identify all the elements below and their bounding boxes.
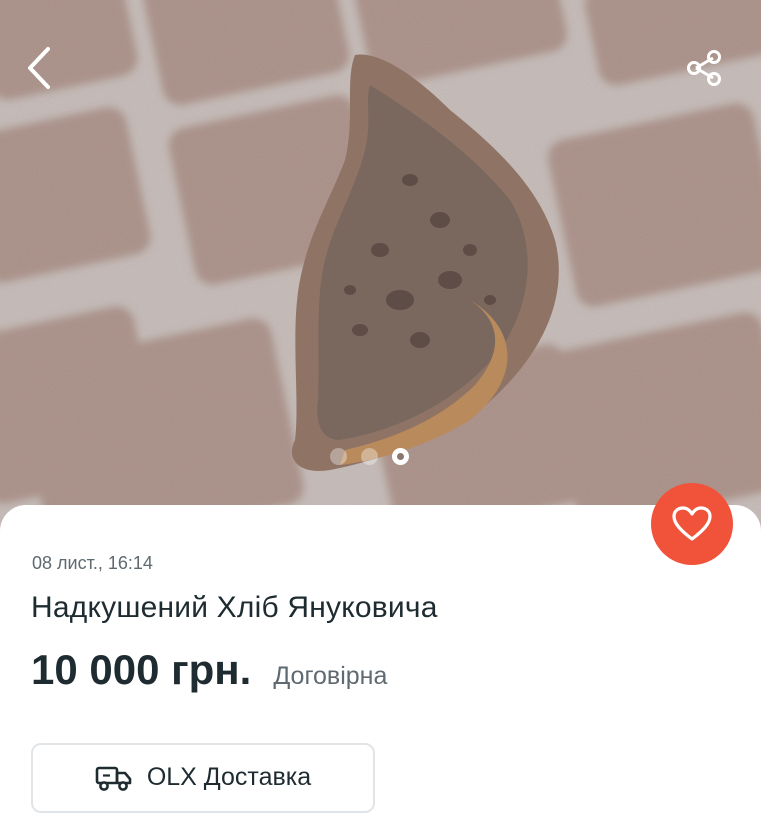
chevron-left-icon — [28, 47, 50, 89]
gallery-pagination[interactable] — [330, 448, 409, 465]
bread-photo-image — [0, 0, 761, 560]
gallery-dot[interactable] — [361, 448, 378, 465]
favorite-button[interactable] — [651, 483, 733, 565]
delivery-label: OLX Доставка — [146, 763, 312, 791]
back-button[interactable] — [14, 40, 64, 96]
listing-photo[interactable] — [0, 0, 761, 560]
truck-icon — [95, 766, 132, 791]
negotiable-label: Договірна — [273, 662, 388, 690]
gallery-dot[interactable] — [330, 448, 347, 465]
olx-delivery-button[interactable]: OLX Доставка — [31, 743, 375, 813]
listing-date: 08 лист., 16:14 — [32, 553, 153, 573]
heart-icon — [672, 506, 712, 541]
share-button[interactable] — [678, 42, 730, 94]
share-icon — [687, 50, 721, 86]
price-row: 10 000 грн. Договірна — [31, 646, 387, 694]
listing-title: Надкушений Хліб Януковича — [31, 591, 438, 624]
listing-price: 10 000 грн. — [31, 646, 252, 693]
gallery-dot-active[interactable] — [392, 448, 409, 465]
